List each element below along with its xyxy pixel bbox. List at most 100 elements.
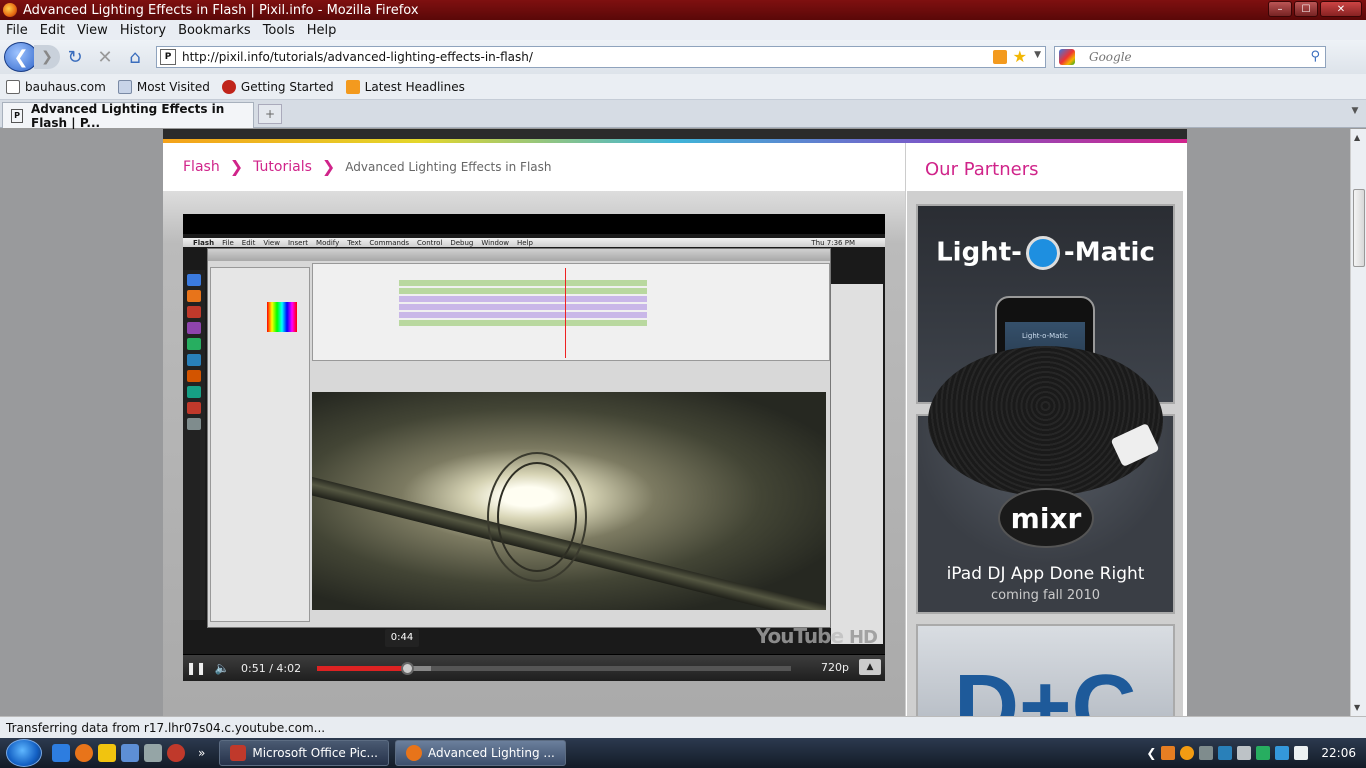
- mac-menu-item: Window: [481, 238, 509, 247]
- chevron-right-icon: ❯: [321, 157, 336, 176]
- taskbar-item-firefox[interactable]: Advanced Lighting ...: [394, 740, 566, 766]
- progress-knob[interactable]: [401, 662, 415, 675]
- scrollbar-thumb[interactable]: [1353, 189, 1365, 267]
- url-bar[interactable]: P http://pixil.info/tutorials/advanced-l…: [156, 46, 1046, 68]
- dock-app-icon: [187, 274, 201, 286]
- flash-stage-lamp-scene: [312, 392, 826, 610]
- app-icon[interactable]: [167, 744, 185, 762]
- new-tab-button[interactable]: +: [258, 104, 282, 124]
- search-icon[interactable]: ⚲: [1310, 49, 1320, 64]
- site-favicon-icon: P: [11, 108, 23, 123]
- task-label: Microsoft Office Pic...: [252, 746, 378, 760]
- menu-view[interactable]: View: [71, 23, 114, 38]
- menu-history[interactable]: History: [114, 23, 172, 38]
- dock-app-icon: [187, 370, 201, 382]
- hd-label: HD: [848, 627, 878, 648]
- player-controls: ❚❚ 🔈 0:51 / 4:02 720p ▲: [183, 655, 885, 681]
- app-icon[interactable]: [144, 744, 162, 762]
- home-button[interactable]: ⌂: [120, 47, 150, 68]
- bookmark-latest-headlines[interactable]: Latest Headlines: [345, 79, 465, 94]
- ad-brand-right: -Matic: [1063, 237, 1155, 268]
- breadcrumb-tutorials[interactable]: Tutorials: [253, 159, 312, 175]
- scroll-up-icon[interactable]: ▲: [1354, 133, 1360, 142]
- bookmark-most-visited[interactable]: Most Visited: [117, 79, 210, 94]
- tray-app-icon[interactable]: [1199, 746, 1214, 760]
- rss-feed-icon[interactable]: [993, 50, 1007, 64]
- menu-help[interactable]: Help: [301, 23, 343, 38]
- mac-dock: [183, 270, 205, 620]
- taskbar-item-office-picture[interactable]: Microsoft Office Pic...: [219, 740, 389, 766]
- forward-button[interactable]: ❯: [34, 45, 60, 69]
- dock-app-icon: [187, 338, 201, 350]
- search-bar: ⚲: [1054, 46, 1326, 68]
- tray-app-icon[interactable]: [1237, 746, 1252, 760]
- minimize-button[interactable]: –: [1268, 1, 1292, 17]
- timeline-layer: [399, 288, 647, 294]
- bookmark-getting-started[interactable]: Getting Started: [221, 79, 334, 94]
- reload-button[interactable]: ↻: [60, 47, 90, 68]
- chevron-right-icon: ❯: [229, 157, 244, 176]
- page-icon: [117, 79, 132, 94]
- tab-list-icon[interactable]: ▼: [1348, 106, 1362, 120]
- tray-expand-icon[interactable]: ❮: [1146, 746, 1156, 760]
- dock-app-icon: [187, 354, 201, 366]
- search-input[interactable]: [1089, 50, 1289, 64]
- seek-time-tooltip: 0:44: [385, 629, 419, 647]
- timeline-layer: [399, 312, 647, 318]
- volume-icon[interactable]: [1294, 746, 1309, 760]
- firefox-icon[interactable]: [75, 744, 93, 762]
- volume-icon[interactable]: 🔈: [209, 661, 235, 675]
- url-text[interactable]: http://pixil.info/tutorials/advanced-lig…: [182, 50, 533, 64]
- scroll-down-icon[interactable]: ▼: [1354, 703, 1360, 712]
- bookmark-bauhaus[interactable]: bauhaus.com: [6, 79, 106, 94]
- start-button[interactable]: [6, 739, 42, 767]
- menu-edit[interactable]: Edit: [34, 23, 71, 38]
- bookmark-star-icon[interactable]: ★: [1013, 47, 1027, 66]
- ad-dc[interactable]: D+C: [916, 624, 1175, 716]
- color-picker: [267, 302, 297, 332]
- breadcrumb-flash[interactable]: Flash: [183, 159, 220, 175]
- desktop-icon[interactable]: [121, 744, 139, 762]
- tab-active[interactable]: P Advanced Lighting Effects in Flash | P…: [2, 102, 254, 130]
- site-top-strip: [163, 129, 1187, 139]
- ad-mixr[interactable]: mixr iPad DJ App Done Right coming fall …: [916, 346, 1175, 614]
- back-button[interactable]: ❮: [4, 42, 38, 72]
- progress-bar[interactable]: [317, 662, 791, 675]
- battery-icon[interactable]: [1256, 746, 1271, 760]
- vinyl-record-image: [928, 346, 1163, 496]
- google-engine-icon[interactable]: [1059, 49, 1075, 65]
- ie-icon[interactable]: [52, 744, 70, 762]
- tray-app-icon[interactable]: [1161, 746, 1176, 760]
- youtube-player[interactable]: Flash File Edit View Insert Modify Text …: [183, 214, 885, 681]
- tray-app-icon[interactable]: [1180, 746, 1195, 760]
- mac-menu-item: File: [222, 238, 234, 247]
- media-player-icon[interactable]: [98, 744, 116, 762]
- quality-button[interactable]: 720p: [821, 661, 849, 674]
- menu-bookmarks[interactable]: Bookmarks: [172, 23, 257, 38]
- vertical-scrollbar[interactable]: ▲ ▼: [1350, 129, 1366, 716]
- maximize-button[interactable]: ☐: [1294, 1, 1318, 17]
- back-arrow-icon: ❮: [13, 46, 29, 68]
- home-icon: ⌂: [129, 46, 141, 68]
- expand-icon[interactable]: ▲: [859, 659, 881, 675]
- firefox-icon: [405, 745, 422, 761]
- stop-button[interactable]: ✕: [90, 47, 120, 68]
- bookmark-label: Most Visited: [136, 79, 210, 94]
- flash-ide-window: [207, 248, 831, 628]
- pause-button[interactable]: ❚❚: [183, 661, 209, 675]
- menu-tools[interactable]: Tools: [257, 23, 301, 38]
- close-button[interactable]: ✕: [1320, 1, 1362, 17]
- mixr-logo: mixr: [998, 488, 1094, 548]
- menu-bar: File Edit View History Bookmarks Tools H…: [0, 20, 1366, 40]
- ad-tagline: iPad DJ App Done Right: [946, 564, 1145, 584]
- menu-file[interactable]: File: [0, 23, 34, 38]
- taskbar-clock[interactable]: 22:06: [1321, 746, 1356, 760]
- dock-app-icon: [187, 322, 201, 334]
- network-icon[interactable]: [1275, 746, 1290, 760]
- breadcrumb-current: Advanced Lighting Effects in Flash: [345, 159, 552, 174]
- bookmark-label: Latest Headlines: [364, 79, 465, 94]
- mac-clock: Thu 7:36 PM: [811, 238, 855, 247]
- url-dropdown-icon[interactable]: ▼: [1034, 50, 1041, 60]
- tray-app-icon[interactable]: [1218, 746, 1233, 760]
- more-icon[interactable]: »: [198, 746, 205, 760]
